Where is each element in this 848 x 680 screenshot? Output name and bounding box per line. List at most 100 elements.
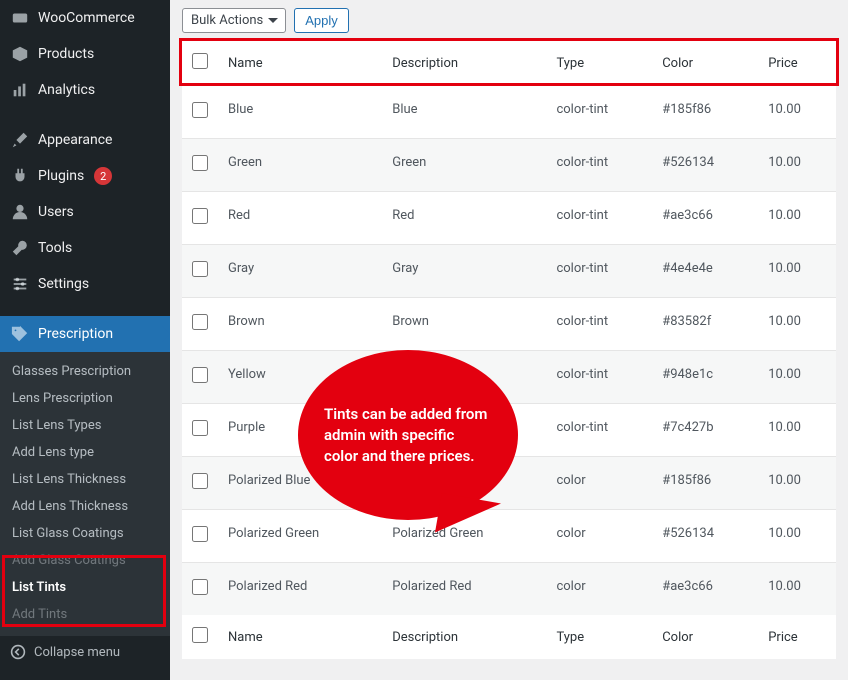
submenu-item-list-tints[interactable]: List Tints [0, 574, 170, 601]
menu-item-label: Users [38, 204, 74, 220]
user-icon [10, 202, 30, 222]
cell-type: color-tint [546, 192, 652, 245]
submenu-item-list-lens-types[interactable]: List Lens Types [0, 412, 170, 439]
submenu-item-add-glass-coatings[interactable]: Add Glass Coatings [0, 547, 170, 574]
cell-type: color [546, 457, 652, 510]
menu-item-prescription[interactable]: Prescription [0, 316, 170, 352]
menu-item-label: WooCommerce [38, 10, 135, 26]
col-type-footer[interactable]: Type [546, 615, 652, 659]
submenu-item-list-glass-coatings[interactable]: List Glass Coatings [0, 520, 170, 547]
table-row: BrownBrowncolor-tint#83582f10.00 [182, 298, 836, 351]
menu-item-label: Plugins [38, 168, 84, 184]
cell-color: #185f86 [652, 457, 758, 510]
cell-description: Polarized Red [382, 563, 546, 616]
bulk-actions-select[interactable]: Bulk Actions [182, 8, 286, 33]
table-row: Polarized RedPolarized Redcolor#ae3c6610… [182, 563, 836, 616]
col-description[interactable]: Description [382, 41, 546, 86]
sliders-icon [10, 274, 30, 294]
row-checkbox[interactable] [192, 367, 208, 383]
col-color[interactable]: Color [652, 41, 758, 86]
cell-name[interactable]: Blue [218, 86, 382, 139]
submenu-item-glasses-prescription[interactable]: Glasses Prescription [0, 358, 170, 385]
cell-color: #83582f [652, 298, 758, 351]
chart-icon [10, 80, 30, 100]
collapse-menu-button[interactable]: Collapse menu [0, 636, 170, 668]
row-checkbox[interactable] [192, 473, 208, 489]
callout-tail [435, 493, 501, 543]
tag-icon [10, 324, 30, 344]
row-checkbox[interactable] [192, 155, 208, 171]
menu-item-products[interactable]: Products [0, 36, 170, 72]
woo-icon [10, 8, 30, 28]
col-name[interactable]: Name [218, 41, 382, 86]
apply-button[interactable]: Apply [294, 8, 349, 33]
main-content: Bulk Actions Apply Name Description Type… [170, 0, 848, 680]
cell-name[interactable]: Brown [218, 298, 382, 351]
submenu-item-add-lens-type[interactable]: Add Lens type [0, 439, 170, 466]
cell-description: Blue [382, 86, 546, 139]
col-name-footer[interactable]: Name [218, 615, 382, 659]
box-icon [10, 44, 30, 64]
update-count-badge: 2 [94, 167, 112, 185]
annotation-callout: Tints can be added from admin with speci… [298, 350, 538, 540]
cell-color: #526134 [652, 139, 758, 192]
col-color-footer[interactable]: Color [652, 615, 758, 659]
cell-name[interactable]: Red [218, 192, 382, 245]
cell-type: color-tint [546, 298, 652, 351]
row-checkbox[interactable] [192, 102, 208, 118]
menu-item-settings[interactable]: Settings [0, 266, 170, 302]
cell-price: 10.00 [758, 139, 836, 192]
row-checkbox[interactable] [192, 420, 208, 436]
menu-item-analytics[interactable]: Analytics [0, 72, 170, 108]
cell-price: 10.00 [758, 457, 836, 510]
col-description-footer[interactable]: Description [382, 615, 546, 659]
cell-type: color [546, 563, 652, 616]
cell-name[interactable]: Polarized Red [218, 563, 382, 616]
menu-item-plugins[interactable]: Plugins 2 [0, 158, 170, 194]
col-price[interactable]: Price [758, 41, 836, 86]
row-checkbox[interactable] [192, 261, 208, 277]
cell-price: 10.00 [758, 192, 836, 245]
brush-icon [10, 130, 30, 150]
table-row: BlueBluecolor-tint#185f8610.00 [182, 86, 836, 139]
prescription-submenu: Glasses PrescriptionLens PrescriptionLis… [0, 352, 170, 636]
col-type[interactable]: Type [546, 41, 652, 86]
row-checkbox[interactable] [192, 579, 208, 595]
cell-type: color-tint [546, 86, 652, 139]
row-checkbox[interactable] [192, 208, 208, 224]
cell-name[interactable]: Green [218, 139, 382, 192]
menu-item-label: Appearance [38, 132, 112, 148]
menu-item-woocommerce[interactable]: WooCommerce [0, 0, 170, 36]
cell-price: 10.00 [758, 563, 836, 616]
callout-text: Tints can be added from admin with speci… [324, 404, 492, 467]
cell-type: color-tint [546, 404, 652, 457]
cell-price: 10.00 [758, 510, 836, 563]
row-checkbox[interactable] [192, 526, 208, 542]
menu-item-users[interactable]: Users [0, 194, 170, 230]
cell-name[interactable]: Gray [218, 245, 382, 298]
table-row: GrayGraycolor-tint#4e4e4e10.00 [182, 245, 836, 298]
submenu-item-list-lens-thickness[interactable]: List Lens Thickness [0, 466, 170, 493]
row-checkbox[interactable] [192, 314, 208, 330]
cell-type: color-tint [546, 351, 652, 404]
submenu-item-add-lens-thickness[interactable]: Add Lens Thickness [0, 493, 170, 520]
menu-item-label: Analytics [38, 82, 95, 98]
admin-sidebar: WooCommerce Products Analytics Appearance Pl… [0, 0, 170, 680]
cell-color: #ae3c66 [652, 563, 758, 616]
select-all-checkbox-footer[interactable] [192, 627, 208, 643]
submenu-item-lens-prescription[interactable]: Lens Prescription [0, 385, 170, 412]
select-all-checkbox[interactable] [192, 53, 208, 69]
cell-description: Gray [382, 245, 546, 298]
menu-item-label: Tools [38, 240, 72, 256]
cell-color: #526134 [652, 510, 758, 563]
cell-color: #948e1c [652, 351, 758, 404]
menu-item-tools[interactable]: Tools [0, 230, 170, 266]
col-price-footer[interactable]: Price [758, 615, 836, 659]
cell-description: Red [382, 192, 546, 245]
submenu-item-add-tints[interactable]: Add Tints [0, 601, 170, 628]
table-row: GreenGreencolor-tint#52613410.00 [182, 139, 836, 192]
table-row: RedRedcolor-tint#ae3c6610.00 [182, 192, 836, 245]
cell-color: #7c427b [652, 404, 758, 457]
menu-item-appearance[interactable]: Appearance [0, 122, 170, 158]
menu-item-label: Prescription [38, 326, 113, 342]
